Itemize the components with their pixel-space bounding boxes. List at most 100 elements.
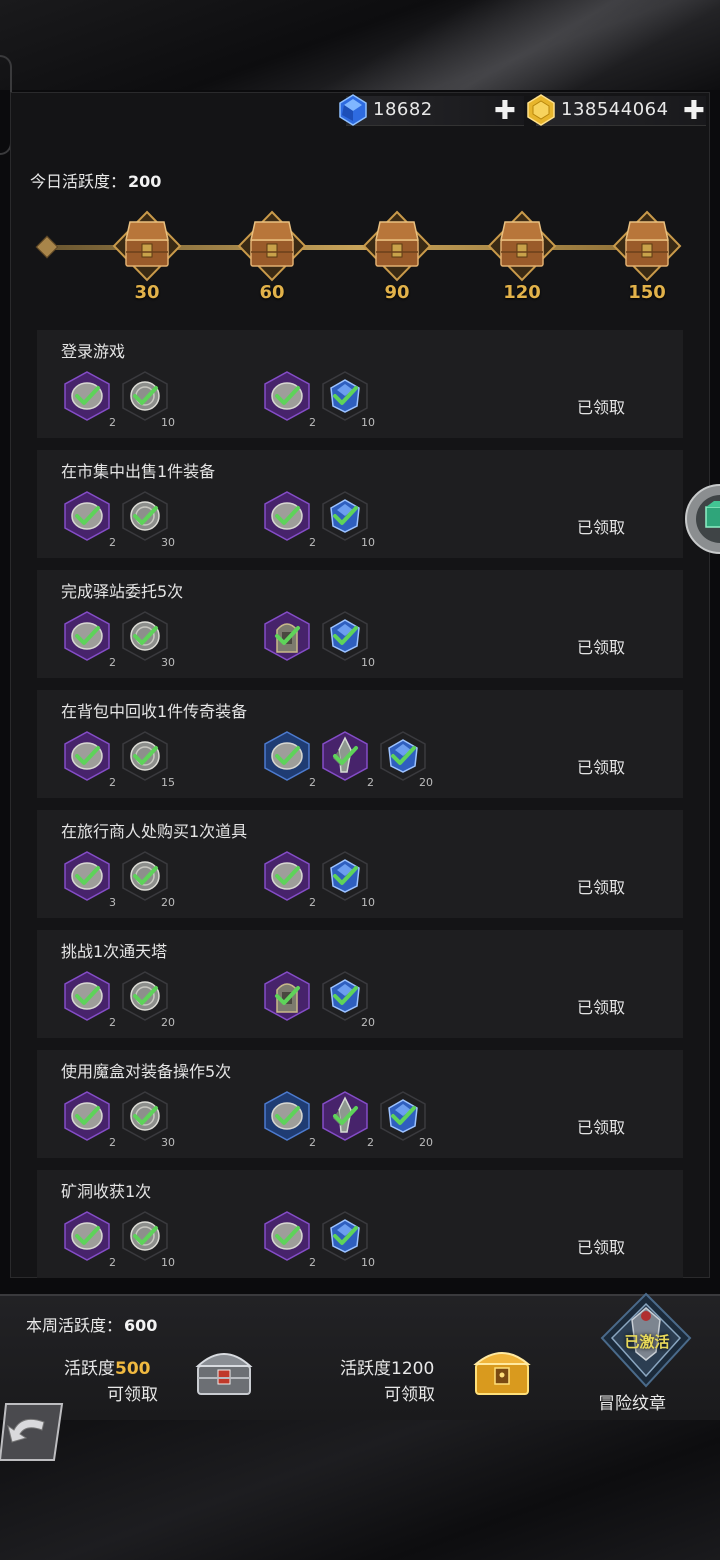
task-claimed-status[interactable]: 已领取	[577, 754, 625, 778]
task-title: 在旅行商人处购买1次道具	[61, 822, 248, 841]
blue-gem-icon[interactable]	[319, 370, 371, 422]
item-quantity: 2	[109, 656, 116, 669]
gold-amount: 138544064	[561, 99, 669, 120]
stone-icon[interactable]	[61, 730, 113, 782]
side-cube-button[interactable]	[684, 483, 720, 555]
item-quantity: 20	[361, 1016, 375, 1029]
reward-threshold: 500	[115, 1359, 151, 1379]
stone-icon[interactable]	[61, 490, 113, 542]
milestone-value: 90	[384, 282, 410, 303]
stone-icon[interactable]	[61, 970, 113, 1022]
item-quantity: 20	[161, 896, 175, 909]
milestone-chest-icon[interactable]	[237, 210, 307, 282]
stone-icon[interactable]	[261, 1210, 313, 1262]
item-quantity: 2	[109, 776, 116, 789]
task-row: 挑战1次通天塔 2 20 20 已领取	[37, 930, 683, 1038]
task-claimed-status[interactable]: 已领取	[577, 994, 625, 1018]
task-claimed-status[interactable]: 已领取	[577, 514, 625, 538]
blue-gem-icon[interactable]	[377, 1090, 429, 1142]
item-quantity: 10	[361, 656, 375, 669]
milestone-chest-icon[interactable]	[487, 210, 557, 282]
item-quantity: 2	[109, 1256, 116, 1269]
milestone-value: 120	[503, 282, 541, 303]
item-quantity: 10	[161, 1256, 175, 1269]
task-title: 使用魔盒对装备操作5次	[61, 1062, 232, 1081]
back-button[interactable]	[0, 1400, 64, 1464]
item-quantity: 30	[161, 656, 175, 669]
item-quantity: 10	[361, 1256, 375, 1269]
task-row: 矿洞收获1次 2 10 2 10 已领取	[37, 1170, 683, 1278]
milestone-chest-icon[interactable]	[362, 210, 432, 282]
tombstone-icon[interactable]	[261, 970, 313, 1022]
item-quantity: 2	[367, 1136, 374, 1149]
coin-icon[interactable]	[119, 1090, 171, 1142]
task-claimed-status[interactable]: 已领取	[577, 1114, 625, 1138]
milestone-chest-icon[interactable]	[112, 210, 182, 282]
blue-gem-icon[interactable]	[319, 490, 371, 542]
stone-icon[interactable]	[61, 1210, 113, 1262]
reward-prefix: 活跃度	[64, 1359, 115, 1379]
add-gold-button[interactable]: ✚	[683, 98, 705, 124]
silver-chest-icon[interactable]	[192, 1338, 256, 1400]
item-quantity: 30	[161, 1136, 175, 1149]
gold-chest-icon[interactable]	[470, 1338, 534, 1400]
stone-icon[interactable]	[261, 1090, 313, 1142]
task-row: 完成驿站委托5次 2 30 10 已领取	[37, 570, 683, 678]
blue-gem-icon[interactable]	[319, 970, 371, 1022]
coin-icon[interactable]	[119, 730, 171, 782]
stone-icon[interactable]	[261, 850, 313, 902]
item-quantity: 3	[109, 896, 116, 909]
coin-icon[interactable]	[119, 1210, 171, 1262]
item-quantity: 20	[419, 1136, 433, 1149]
blue-gem-icon[interactable]	[319, 610, 371, 662]
stone-icon[interactable]	[61, 1090, 113, 1142]
item-quantity: 2	[309, 1256, 316, 1269]
blue-gem-icon[interactable]	[319, 850, 371, 902]
stone-icon[interactable]	[61, 850, 113, 902]
coin-icon[interactable]	[119, 970, 171, 1022]
tombstone-icon[interactable]	[261, 610, 313, 662]
weekly-reward-1200-title: 活跃度1200	[340, 1354, 434, 1379]
task-claimed-status[interactable]: 已领取	[577, 394, 625, 418]
coin-icon[interactable]	[119, 490, 171, 542]
item-quantity: 2	[309, 536, 316, 549]
weekly-activity-label: 本周活跃度： 600	[26, 1312, 157, 1336]
task-title: 挑战1次通天塔	[61, 942, 168, 961]
daily-activity-caption: 今日活跃度：	[30, 172, 127, 191]
reward-threshold: 1200	[391, 1359, 435, 1379]
weekly-reward-500-status: 可领取	[107, 1385, 158, 1405]
task-claimed-status[interactable]: 已领取	[577, 634, 625, 658]
coin-icon[interactable]	[119, 370, 171, 422]
blue-gem-icon[interactable]	[377, 730, 429, 782]
blue-gem-icon[interactable]	[319, 1210, 371, 1262]
gold-coin-icon	[527, 94, 555, 126]
item-quantity: 10	[361, 896, 375, 909]
item-quantity: 2	[367, 776, 374, 789]
top-background	[0, 0, 720, 90]
item-quantity: 2	[309, 776, 316, 789]
crystal-icon[interactable]	[319, 1090, 371, 1142]
stone-icon[interactable]	[61, 370, 113, 422]
stone-icon[interactable]	[261, 490, 313, 542]
coin-icon[interactable]	[119, 850, 171, 902]
crystal-icon[interactable]	[319, 730, 371, 782]
item-quantity: 2	[109, 536, 116, 549]
item-quantity: 10	[161, 416, 175, 429]
milestone-value: 60	[259, 282, 285, 303]
reward-prefix: 活跃度	[340, 1359, 391, 1379]
milestone-value: 150	[628, 282, 666, 303]
task-title: 在市集中出售1件装备	[61, 462, 216, 481]
stone-icon[interactable]	[261, 370, 313, 422]
add-gems-button[interactable]: ✚	[494, 98, 516, 124]
blue-gem-icon	[339, 94, 367, 126]
task-row: 使用魔盒对装备操作5次 2 30 2 2 20 已领取	[37, 1050, 683, 1158]
weekly-reward-500-title: 活跃度500	[64, 1354, 151, 1379]
stone-icon[interactable]	[61, 610, 113, 662]
stone-icon[interactable]	[261, 730, 313, 782]
coin-icon[interactable]	[119, 610, 171, 662]
badge-label: 冒险纹章	[598, 1394, 666, 1414]
item-quantity: 2	[309, 416, 316, 429]
milestone-chest-icon[interactable]	[612, 210, 682, 282]
task-claimed-status[interactable]: 已领取	[577, 874, 625, 898]
task-claimed-status[interactable]: 已领取	[577, 1234, 625, 1258]
